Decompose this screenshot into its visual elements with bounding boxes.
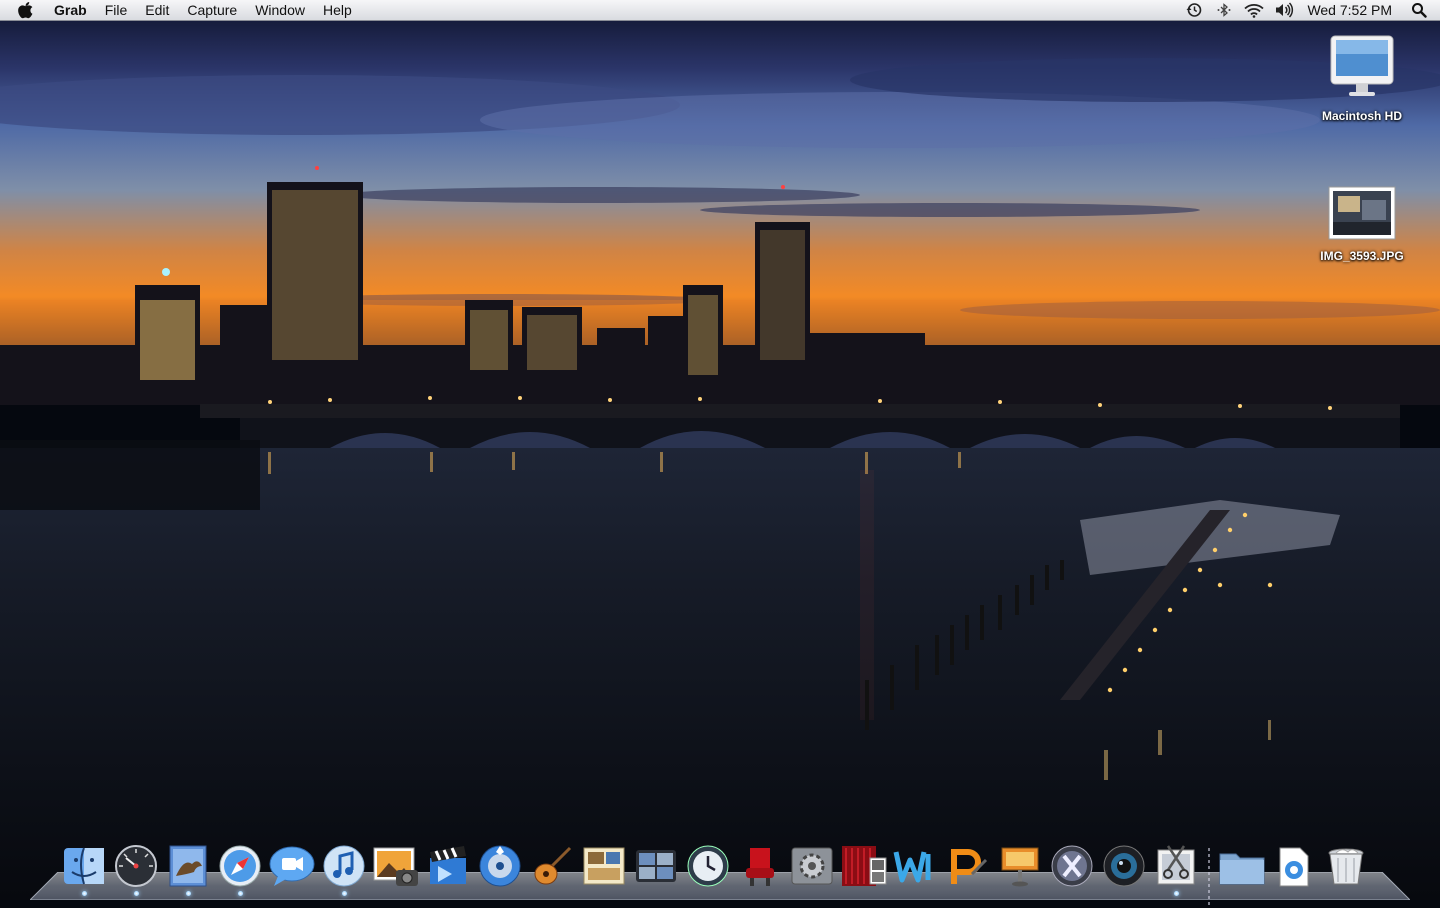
dock-downloads-stack[interactable] (1268, 832, 1320, 888)
iphoto-icon (373, 847, 418, 886)
desktop-icon-label: IMG_3593.JPG (1320, 249, 1404, 263)
dock-time-machine[interactable] (682, 832, 734, 888)
dock-trash[interactable] (1320, 832, 1372, 888)
dock-safari[interactable] (214, 832, 266, 896)
running-indicator (1173, 891, 1179, 896)
dock-iphoto[interactable] (370, 832, 422, 888)
dock-ichat[interactable] (266, 832, 318, 888)
document-stack-icon (1279, 847, 1309, 887)
dock-separator (1202, 840, 1216, 908)
dock-garageband[interactable] (526, 832, 578, 888)
mac-os-x-icon (1051, 845, 1093, 887)
menu-edit[interactable]: Edit (136, 0, 178, 21)
desktop-icon-label: Macintosh HD (1321, 109, 1402, 123)
menu-bar: Grab File Edit Capture Window Help Wed 7… (0, 0, 1440, 21)
running-indicator (81, 891, 87, 896)
wifi-icon[interactable] (1239, 0, 1269, 21)
dock-mail[interactable] (162, 832, 214, 896)
menu-window[interactable]: Window (246, 0, 314, 21)
dock-grab[interactable] (1150, 832, 1202, 896)
keynote-podium-icon (1001, 847, 1039, 887)
dashboard-icon (115, 845, 157, 887)
dock-photo-booth[interactable] (838, 832, 890, 888)
dock-iweb-preview[interactable] (578, 832, 630, 888)
dock-pages[interactable] (942, 832, 994, 888)
dock-spaces[interactable] (630, 832, 682, 888)
guitar-icon (534, 846, 572, 885)
dock-front-row[interactable] (734, 832, 786, 888)
bluetooth-icon[interactable] (1209, 0, 1239, 21)
ichat-bubble-icon (269, 846, 315, 886)
dock-imovie[interactable] (422, 832, 474, 888)
dock-finder[interactable] (58, 832, 110, 896)
desktop-icon-img-file[interactable]: IMG_3593.JPG (1307, 186, 1417, 263)
running-indicator (185, 891, 191, 896)
desktop-icon-macintosh-hd[interactable]: Macintosh HD (1307, 34, 1417, 123)
dock-mac-os-x[interactable] (1046, 832, 1098, 888)
preview-photos-icon (583, 847, 625, 885)
image-file-icon (1307, 186, 1417, 243)
iweb-w-icon (893, 851, 931, 883)
menu-file[interactable]: File (96, 0, 137, 21)
finder-icon (64, 847, 104, 885)
running-indicator (133, 891, 139, 896)
dock-iweb[interactable] (890, 832, 942, 888)
folder-icon (1219, 853, 1265, 885)
system-preferences-gear-icon (791, 847, 833, 885)
running-indicator (237, 891, 243, 896)
menu-help[interactable]: Help (314, 0, 361, 21)
time-machine-icon[interactable] (1179, 0, 1209, 21)
time-machine-clock-icon (687, 845, 729, 887)
volume-icon[interactable] (1269, 0, 1299, 21)
dock-system-preferences[interactable] (786, 832, 838, 888)
apple-menu-icon[interactable] (18, 1, 36, 19)
menu-app-name[interactable]: Grab (54, 0, 96, 21)
dock-keynote[interactable] (994, 832, 1046, 888)
front-row-chair-icon (746, 848, 774, 886)
aperture-lens-icon (1103, 845, 1145, 887)
trash-can-icon (1328, 848, 1364, 885)
spaces-grid-icon (636, 850, 676, 882)
desktop-wallpaper (0, 0, 1440, 900)
imovie-clapper-icon (430, 846, 466, 884)
photo-booth-curtain-icon (842, 846, 887, 886)
dock-documents-folder[interactable] (1216, 832, 1268, 888)
dock-dashboard[interactable] (110, 832, 162, 896)
dock-itunes[interactable] (318, 832, 370, 896)
running-indicator (341, 891, 347, 896)
dock (58, 832, 1372, 908)
mail-icon (169, 845, 207, 887)
spotlight-search-icon[interactable] (1404, 0, 1434, 21)
dock-aperture[interactable] (1098, 832, 1150, 888)
menu-clock[interactable]: Wed 7:52 PM (1299, 2, 1404, 18)
grab-scissors-icon (1157, 845, 1195, 885)
pages-p-icon (951, 849, 988, 884)
menu-capture[interactable]: Capture (178, 0, 246, 21)
itunes-icon (323, 845, 365, 887)
status-menus: Wed 7:52 PM (1179, 0, 1440, 21)
dock-idvd[interactable] (474, 832, 526, 888)
idvd-disc-icon (479, 845, 521, 887)
safari-compass-icon (219, 845, 261, 887)
imac-hard-drive-icon (1307, 34, 1417, 103)
